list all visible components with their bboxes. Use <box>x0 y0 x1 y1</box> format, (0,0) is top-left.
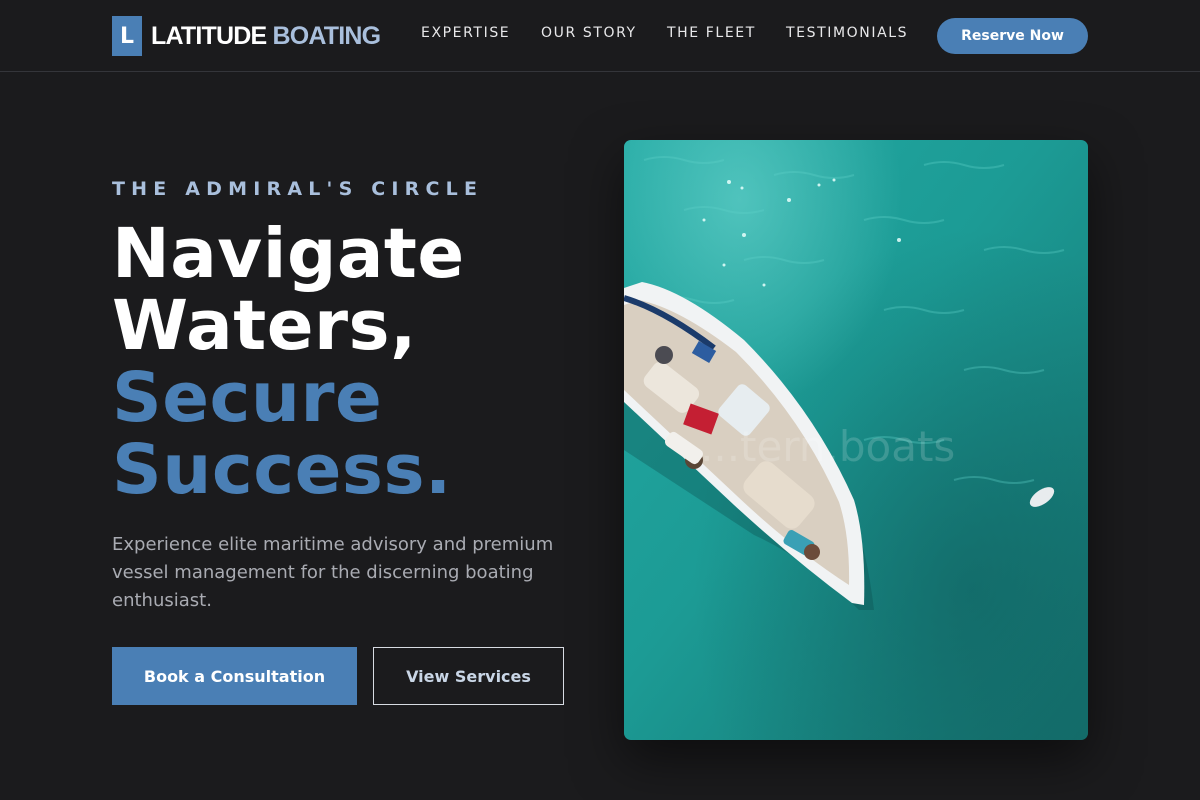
hero-headline: Navigate Waters, Secure Success. <box>112 218 465 506</box>
hero-eyebrow: THE ADMIRAL'S CIRCLE <box>112 178 484 200</box>
nav-link-expertise[interactable]: EXPERTISE <box>421 25 510 41</box>
headline-line-4: Success. <box>112 430 452 510</box>
nav-link-our-story[interactable]: OUR STORY <box>541 25 637 41</box>
top-navigation: L LATITUDE BOATING EXPERTISE OUR STORY T… <box>0 0 1200 72</box>
book-consultation-button[interactable]: Book a Consultation <box>112 647 357 705</box>
headline-line-1: Navigate <box>112 214 465 294</box>
view-services-button[interactable]: View Services <box>373 647 564 705</box>
headline-line-3: Secure <box>112 358 383 438</box>
nav-link-the-fleet[interactable]: THE FLEET <box>667 25 756 41</box>
nav-link-testimonials[interactable]: TESTIMONIALS <box>786 25 908 41</box>
boat-aerial-illustration <box>624 140 1088 740</box>
reserve-now-button[interactable]: Reserve Now <box>937 18 1088 54</box>
headline-line-2: Waters, <box>112 286 417 366</box>
hero-lead-text: Experience elite maritime advisory and p… <box>112 534 554 611</box>
hero-boat-image <box>624 140 1088 740</box>
